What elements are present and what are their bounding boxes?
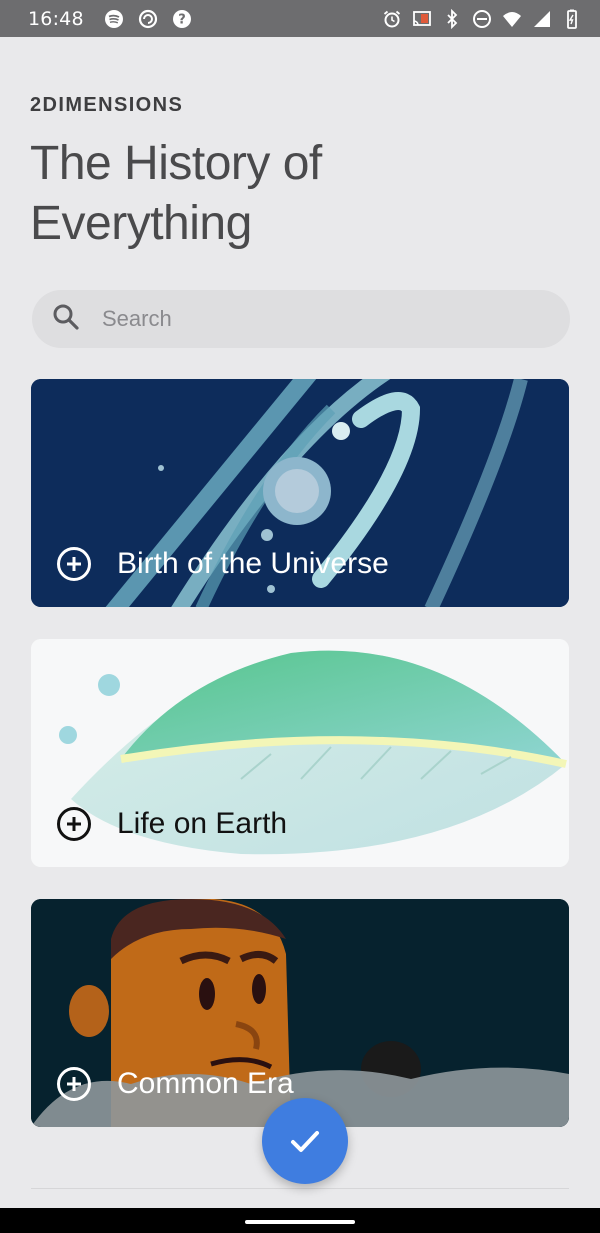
card-title: Birth of the Universe — [117, 547, 389, 580]
signal-icon — [532, 9, 552, 29]
sync-icon — [138, 9, 158, 29]
search-input[interactable] — [102, 306, 522, 332]
battery-icon — [562, 9, 582, 29]
add-icon[interactable] — [57, 807, 91, 841]
do-not-disturb-icon — [472, 9, 492, 29]
search-icon[interactable] — [52, 303, 80, 336]
card-birth-of-the-universe[interactable]: Birth of the Universe — [31, 379, 569, 607]
brand-logo-text: 2DIMENSIONS — [30, 94, 183, 114]
check-icon — [291, 1131, 319, 1152]
card-life-on-earth[interactable]: Life on Earth — [31, 639, 569, 867]
help-icon: ? — [172, 9, 192, 29]
card-label: Common Era — [57, 1067, 294, 1101]
bluetooth-icon — [442, 8, 462, 29]
svg-text:?: ? — [178, 12, 186, 27]
status-bar: 16:48 ? — [0, 0, 600, 37]
add-icon[interactable] — [57, 547, 91, 581]
divider — [31, 1188, 569, 1189]
brand-logo: 2DIMENSIONS — [30, 94, 236, 119]
page-title: The History of Everything — [30, 137, 322, 250]
card-title: Life on Earth — [117, 807, 288, 840]
spotify-icon — [104, 9, 124, 29]
card-label: Birth of the Universe — [57, 547, 389, 581]
home-handle[interactable] — [245, 1220, 355, 1224]
card-label: Life on Earth — [57, 807, 287, 841]
wifi-icon — [502, 9, 522, 29]
add-icon[interactable] — [57, 1067, 91, 1101]
confirm-button[interactable] — [262, 1098, 348, 1184]
status-time: 16:48 — [28, 7, 84, 30]
cast-icon — [412, 9, 432, 29]
navigation-bar — [0, 1208, 600, 1233]
card-title: Common Era — [117, 1067, 294, 1100]
search-bar[interactable] — [32, 290, 570, 348]
alarm-icon — [382, 9, 402, 29]
card-common-era[interactable]: Common Era — [31, 899, 569, 1127]
